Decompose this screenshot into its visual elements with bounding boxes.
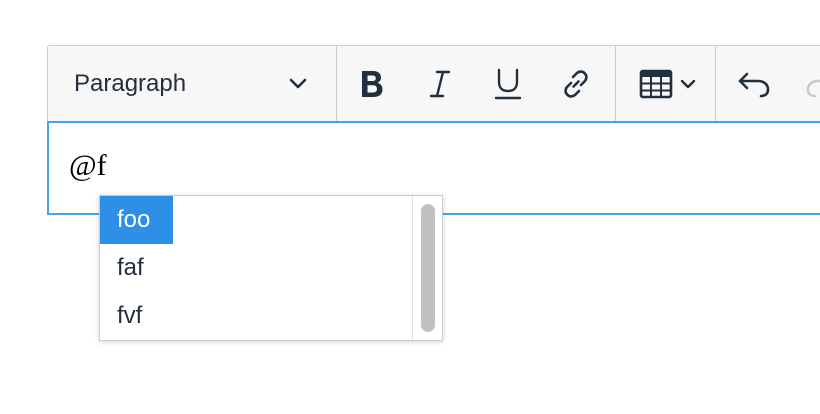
format-select[interactable]: Paragraph — [48, 46, 336, 122]
underline-icon — [494, 67, 522, 101]
undo-button[interactable] — [730, 46, 778, 122]
redo-button[interactable] — [798, 46, 820, 122]
editor-toolbar: Paragraph — [47, 45, 820, 122]
chevron-down-icon — [288, 76, 308, 90]
rich-text-editor: Paragraph @f — [47, 45, 820, 215]
toolbar-divider — [715, 46, 716, 122]
underline-button[interactable] — [484, 46, 532, 122]
autocomplete-item-label: faf — [117, 254, 144, 281]
link-button[interactable] — [552, 46, 600, 122]
table-button[interactable] — [632, 46, 704, 122]
autocomplete-item-faf[interactable]: faf — [100, 244, 412, 292]
toolbar-divider — [615, 46, 616, 122]
editor-content-text: @f — [69, 149, 107, 182]
redo-icon — [805, 70, 820, 98]
autocomplete-item-label: foo — [117, 206, 151, 233]
bold-icon — [357, 68, 387, 100]
autocomplete-item-foo[interactable]: foo — [100, 196, 173, 244]
italic-icon — [427, 68, 453, 100]
link-icon — [560, 68, 592, 100]
undo-icon — [737, 70, 771, 98]
toolbar-divider — [336, 46, 337, 122]
mention-autocomplete-popup: foo faf fvf — [99, 195, 443, 341]
autocomplete-item-fvf[interactable]: fvf — [100, 292, 412, 340]
autocomplete-item-label: fvf — [117, 302, 143, 329]
popup-scrollbar-thumb[interactable] — [421, 204, 435, 332]
popup-scrollbar[interactable] — [412, 196, 442, 340]
bold-button[interactable] — [348, 46, 396, 122]
format-select-value: Paragraph — [74, 70, 187, 97]
italic-button[interactable] — [416, 46, 464, 122]
table-icon — [639, 69, 673, 99]
chevron-down-icon — [679, 78, 697, 90]
